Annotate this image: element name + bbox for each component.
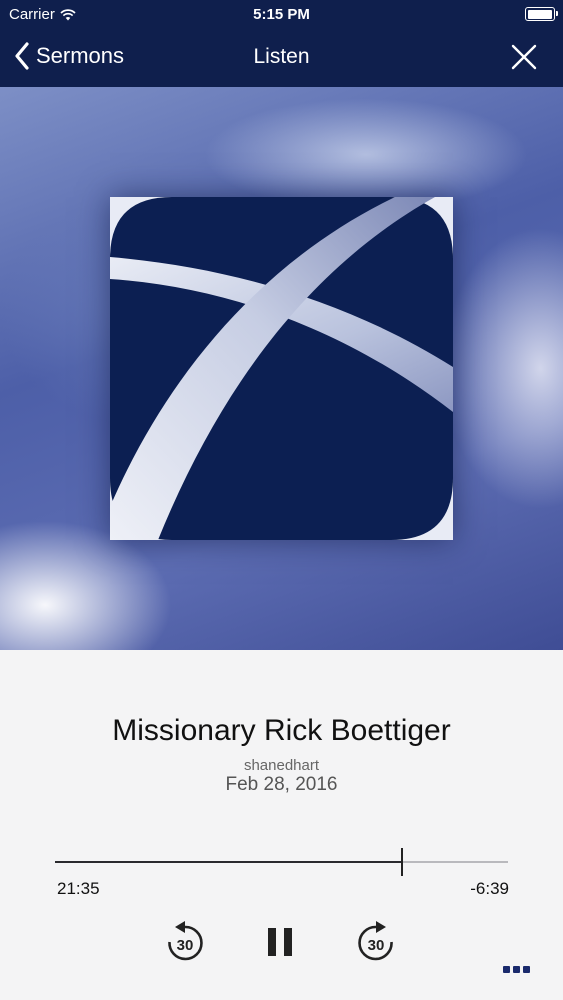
- forward-seconds-label: 30: [368, 937, 385, 954]
- rewind-30-button[interactable]: 30: [162, 920, 206, 964]
- more-dot-icon: [503, 966, 510, 973]
- status-time: 5:15 PM: [253, 6, 310, 23]
- pause-button[interactable]: [258, 920, 302, 964]
- elapsed-time: 21:35: [57, 879, 100, 898]
- more-dot-icon: [523, 966, 530, 973]
- track-date: Feb 28, 2016: [225, 774, 338, 795]
- rewind-seconds-label: 30: [177, 937, 194, 954]
- status-bar: Carrier 5:15 PM: [0, 0, 563, 30]
- more-options-button[interactable]: [503, 966, 531, 976]
- battery-icon: [525, 7, 558, 21]
- progress-scrubber[interactable]: [55, 845, 508, 881]
- progress-fill: [55, 861, 402, 863]
- forward-30-button[interactable]: 30: [355, 920, 399, 964]
- close-button[interactable]: [509, 42, 539, 72]
- church-logo-icon: [110, 197, 453, 540]
- remaining-time: -6:39: [470, 879, 509, 898]
- forward-30-icon: 30: [358, 921, 393, 961]
- rewind-30-icon: 30: [168, 921, 203, 961]
- album-artwork: [110, 197, 453, 540]
- close-icon: [511, 44, 537, 70]
- page-title: Listen: [253, 45, 310, 68]
- pause-icon: [268, 928, 292, 956]
- nav-bar: Sermons Listen: [0, 30, 563, 87]
- progress-thumb[interactable]: [400, 848, 403, 876]
- track-title: Missionary Rick Boettiger: [112, 714, 451, 747]
- artwork-backdrop: [0, 87, 563, 650]
- track-author: shanedhart: [243, 757, 320, 774]
- more-dot-icon: [513, 966, 520, 973]
